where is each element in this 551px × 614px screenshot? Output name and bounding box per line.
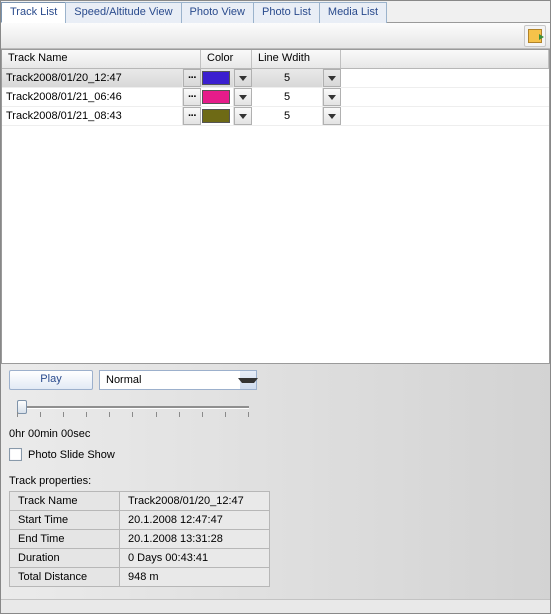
app-window: Track List Speed/Altitude View Photo Vie… <box>0 0 551 614</box>
property-key: End Time <box>10 530 120 549</box>
speed-dropdown[interactable] <box>240 371 256 389</box>
tab-media-list[interactable]: Media List <box>319 2 387 23</box>
property-row: Total Distance948 m <box>10 568 270 587</box>
property-key: Track Name <box>10 492 120 511</box>
export-icon <box>528 29 542 43</box>
statusbar <box>1 599 550 613</box>
chevron-down-icon <box>239 95 247 100</box>
lower-panel: Play Normal 0hr 00min 00sec Photo Slide … <box>1 364 550 599</box>
line-width-cell[interactable]: 5 <box>252 107 323 125</box>
photo-slideshow-checkbox[interactable] <box>9 448 22 461</box>
col-header-line-width[interactable]: Line Wdith <box>252 50 341 68</box>
chevron-down-icon <box>328 76 336 81</box>
slideshow-row: Photo Slide Show <box>9 448 542 461</box>
chevron-down-icon <box>328 114 336 119</box>
line-width-cell[interactable]: 5 <box>252 88 323 106</box>
property-row: Duration0 Days 00:43:41 <box>10 549 270 568</box>
col-header-color[interactable]: Color <box>201 50 252 68</box>
track-grid: Track Name Color Line Wdith Track2008/01… <box>1 49 550 364</box>
track-properties-table: Track NameTrack2008/01/20_12:47Start Tim… <box>9 491 270 587</box>
color-dropdown[interactable] <box>234 107 252 125</box>
time-slider[interactable] <box>9 400 257 420</box>
tab-photo-view[interactable]: Photo View <box>181 2 254 23</box>
track-picker-button[interactable]: ··· <box>183 88 201 106</box>
tab-track-list[interactable]: Track List <box>1 2 66 23</box>
property-value: 0 Days 00:43:41 <box>120 549 270 568</box>
grid-header: Track Name Color Line Wdith <box>2 50 549 69</box>
export-button[interactable] <box>524 25 546 47</box>
property-row: Track NameTrack2008/01/20_12:47 <box>10 492 270 511</box>
property-value: 20.1.2008 12:47:47 <box>120 511 270 530</box>
color-dropdown[interactable] <box>234 69 252 87</box>
track-name-cell[interactable]: Track2008/01/21_08:43 <box>2 107 183 125</box>
property-row: Start Time20.1.2008 12:47:47 <box>10 511 270 530</box>
tab-speed-altitude[interactable]: Speed/Altitude View <box>65 2 181 23</box>
tab-bar: Track List Speed/Altitude View Photo Vie… <box>1 1 550 23</box>
speed-value: Normal <box>100 374 240 386</box>
property-value: Track2008/01/20_12:47 <box>120 492 270 511</box>
table-row[interactable]: Track2008/01/20_12:47··· 5 <box>2 69 549 88</box>
color-dropdown[interactable] <box>234 88 252 106</box>
color-cell[interactable] <box>201 107 234 125</box>
line-width-dropdown[interactable] <box>323 69 341 87</box>
color-swatch <box>202 109 230 123</box>
slider-track <box>17 406 249 408</box>
line-width-cell[interactable]: 5 <box>252 69 323 87</box>
play-controls: Play Normal <box>9 370 542 390</box>
color-swatch <box>202 71 230 85</box>
chevron-down-icon <box>239 76 247 81</box>
photo-slideshow-label: Photo Slide Show <box>28 449 115 461</box>
color-cell[interactable] <box>201 88 234 106</box>
track-name-cell[interactable]: Track2008/01/20_12:47 <box>2 69 183 87</box>
property-value: 20.1.2008 13:31:28 <box>120 530 270 549</box>
color-cell[interactable] <box>201 69 234 87</box>
toolbar <box>1 23 550 49</box>
property-value: 948 m <box>120 568 270 587</box>
line-width-dropdown[interactable] <box>323 107 341 125</box>
play-button[interactable]: Play <box>9 370 93 390</box>
track-name-cell[interactable]: Track2008/01/21_06:46 <box>2 88 183 106</box>
tab-photo-list[interactable]: Photo List <box>253 2 320 23</box>
slider-ticks <box>17 412 249 417</box>
chevron-down-icon <box>238 378 258 383</box>
color-swatch <box>202 90 230 104</box>
property-key: Start Time <box>10 511 120 530</box>
property-key: Total Distance <box>10 568 120 587</box>
chevron-down-icon <box>239 114 247 119</box>
col-header-spacer <box>341 50 549 68</box>
speed-combo[interactable]: Normal <box>99 370 257 390</box>
line-width-dropdown[interactable] <box>323 88 341 106</box>
table-row[interactable]: Track2008/01/21_08:43··· 5 <box>2 107 549 126</box>
grid-body: Track2008/01/20_12:47···5Track2008/01/21… <box>2 69 549 126</box>
property-key: Duration <box>10 549 120 568</box>
time-label: 0hr 00min 00sec <box>9 428 542 440</box>
property-row: End Time20.1.2008 13:31:28 <box>10 530 270 549</box>
col-header-track-name[interactable]: Track Name <box>2 50 201 68</box>
chevron-down-icon <box>328 95 336 100</box>
track-properties-title: Track properties: <box>9 475 542 487</box>
track-picker-button[interactable]: ··· <box>183 69 201 87</box>
track-picker-button[interactable]: ··· <box>183 107 201 125</box>
table-row[interactable]: Track2008/01/21_06:46··· 5 <box>2 88 549 107</box>
